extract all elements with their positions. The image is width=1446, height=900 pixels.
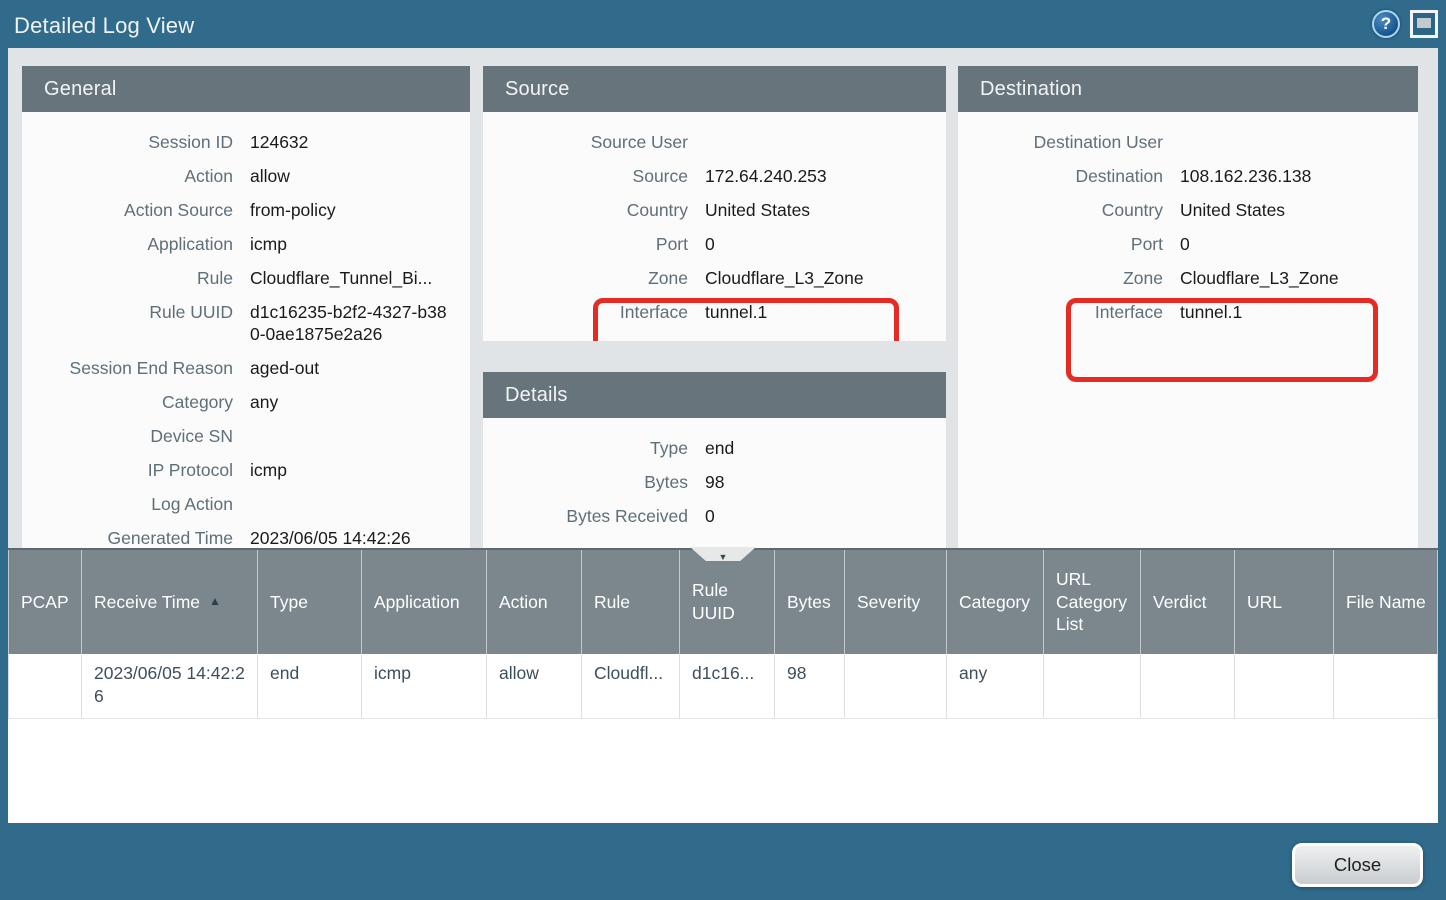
source-panel-title: Source [483,66,946,112]
column-header-rule-uuid[interactable]: Rule UUID [680,550,775,654]
source-panel-body: Source User Source172.64.240.253 Country… [483,112,946,329]
field-category: Categoryany [22,385,470,419]
field-source: Source172.64.240.253 [483,159,946,193]
cell-url-category-list [1044,654,1141,718]
destination-panel-title: Destination [958,66,1418,112]
general-panel-body: Session ID124632 Actionallow Action Sour… [22,112,470,548]
field-source-port: Port0 [483,227,946,261]
field-destination-user: Destination User [958,125,1418,159]
column-header-type[interactable]: Type [258,550,362,654]
column-header-action[interactable]: Action [487,550,582,654]
cell-pcap [8,654,82,718]
field-bytes: Bytes98 [483,465,946,499]
field-destination-port: Port0 [958,227,1418,261]
field-action: Actionallow [22,159,470,193]
column-header-rule[interactable]: Rule [582,550,680,654]
field-action-source: Action Sourcefrom-policy [22,193,470,227]
field-destination-interface: Interfacetunnel.1 [958,295,1418,329]
close-button[interactable]: Close [1292,843,1423,887]
sort-ascending-icon: ▲ [209,594,221,610]
detailed-log-view-dialog: Detailed Log View ? General Session ID12… [0,0,1446,900]
help-icon[interactable]: ? [1372,10,1400,38]
cell-action: allow [487,654,582,718]
field-rule-uuid: Rule UUIDd1c16235-b2f2-4327-b380-0ae1875… [22,295,470,351]
field-session-id: Session ID124632 [22,125,470,159]
destination-panel-body: Destination User Destination108.162.236.… [958,112,1418,329]
column-header-category[interactable]: Category [947,550,1044,654]
cell-application: icmp [362,654,487,718]
destination-panel: Destination Destination User Destination… [958,66,1418,548]
details-panel-title: Details [483,372,946,418]
log-table: ▼ PCAP Receive Time▲ Type Application Ac… [8,548,1438,823]
field-destination-country: CountryUnited States [958,193,1418,227]
dialog-content: General Session ID124632 Actionallow Act… [8,48,1438,823]
field-destination: Destination108.162.236.138 [958,159,1418,193]
field-session-end-reason: Session End Reasonaged-out [22,351,470,385]
details-panel: Details Typeend Bytes98 Bytes Received0 [483,372,946,548]
field-source-zone: ZoneCloudflare_L3_Zone [483,261,946,295]
column-header-verdict[interactable]: Verdict [1141,550,1235,654]
cell-bytes: 98 [775,654,845,718]
field-source-country: CountryUnited States [483,193,946,227]
table-row[interactable]: 2023/06/05 14:42:26 end icmp allow Cloud… [8,654,1438,719]
maximize-icon-inner [1417,18,1431,28]
cell-rule: Cloudfl... [582,654,680,718]
general-panel-title: General [22,66,470,112]
field-rule: RuleCloudflare_Tunnel_Bi... [22,261,470,295]
field-ip-protocol: IP Protocolicmp [22,453,470,487]
log-table-header: PCAP Receive Time▲ Type Application Acti… [8,550,1438,654]
field-source-user: Source User [483,125,946,159]
column-header-file-name[interactable]: File Name [1334,550,1438,654]
column-header-application[interactable]: Application [362,550,487,654]
cell-type: end [258,654,362,718]
column-header-url-category-list[interactable]: URL Category List [1044,550,1141,654]
field-log-action: Log Action [22,487,470,521]
title-bar: Detailed Log View ? [0,0,1446,48]
field-source-interface: Interfacetunnel.1 [483,295,946,329]
field-device-sn: Device SN [22,419,470,453]
cell-rule-uuid: d1c16... [680,654,775,718]
cell-severity [845,654,947,718]
cell-category: any [947,654,1044,718]
column-header-bytes[interactable]: Bytes [775,550,845,654]
field-destination-zone: ZoneCloudflare_L3_Zone [958,261,1418,295]
cell-file-name [1334,654,1438,718]
cell-url [1235,654,1334,718]
column-header-receive-time[interactable]: Receive Time▲ [82,550,258,654]
field-type: Typeend [483,431,946,465]
dialog-title: Detailed Log View [14,13,194,39]
details-panel-body: Typeend Bytes98 Bytes Received0 [483,418,946,533]
maximize-icon[interactable] [1410,10,1438,38]
cell-verdict [1141,654,1235,718]
source-panel: Source Source User Source172.64.240.253 … [483,66,946,341]
general-panel: General Session ID124632 Actionallow Act… [22,66,470,548]
field-application: Applicationicmp [22,227,470,261]
cell-receive-time: 2023/06/05 14:42:26 [82,654,258,718]
column-header-url[interactable]: URL [1235,550,1334,654]
column-header-severity[interactable]: Severity [845,550,947,654]
field-bytes-received: Bytes Received0 [483,499,946,533]
column-header-pcap[interactable]: PCAP [8,550,82,654]
field-generated-time: Generated Time2023/06/05 14:42:26 [22,521,470,548]
